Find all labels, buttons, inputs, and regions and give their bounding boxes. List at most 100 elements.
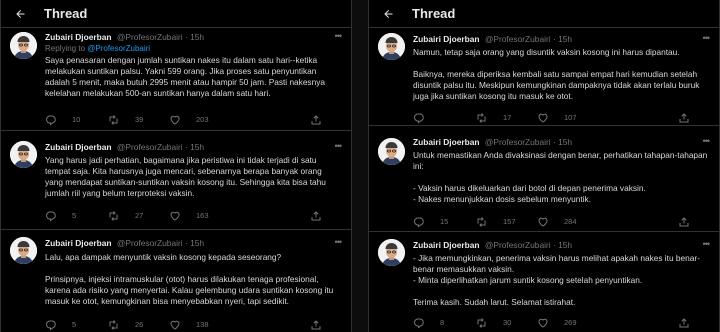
reply-icon (45, 319, 64, 331)
author-handle[interactable]: @ProfesorZubairi (117, 142, 183, 152)
tweet-paragraph: Terima kasih. Sudah larut. Selamat istir… (413, 297, 576, 307)
retweet-button[interactable]: 30 (475, 317, 537, 329)
like-button[interactable]: 203 (169, 114, 231, 126)
like-button[interactable]: 269 (537, 317, 599, 329)
arrow-left-icon[interactable] (14, 7, 28, 21)
reply-mention-link[interactable]: @ProfesorZubairi (87, 44, 150, 53)
avatar[interactable] (10, 32, 37, 59)
more-icon[interactable]: ••• (335, 238, 343, 247)
share-button[interactable] (678, 317, 705, 329)
like-button[interactable]: 163 (169, 210, 231, 222)
tweet-actions: 8 30 269 (413, 317, 709, 329)
reply-count: 8 (440, 318, 445, 327)
author-name[interactable]: Zubairi Djoerban (45, 32, 112, 42)
retweet-button[interactable]: 157 (475, 216, 537, 228)
retweet-button[interactable]: 27 (107, 210, 169, 222)
tweet-time[interactable]: 15h (558, 137, 572, 147)
retweet-button[interactable]: 39 (107, 114, 169, 126)
tweet[interactable]: Zubairi Djoerban @ProfesorZubairi · 15h … (369, 231, 719, 332)
avatar[interactable] (378, 239, 405, 266)
tweet[interactable]: Zubairi Djoerban @ProfesorZubairi · 15h … (369, 27, 719, 126)
avatar-photo (378, 239, 405, 266)
tweet[interactable]: Zubairi Djoerban @ProfesorZubairi · 15h … (1, 229, 351, 332)
avatar[interactable] (378, 138, 405, 165)
like-button[interactable]: 284 (537, 216, 599, 228)
retweet-icon (475, 112, 495, 124)
tweet-time[interactable]: 15h (190, 238, 204, 248)
retweet-button[interactable]: 26 (107, 319, 169, 331)
tweet-text: - Jika memungkinkan, penerima vaksin har… (413, 253, 709, 308)
separator-dot: · (184, 142, 188, 152)
more-icon[interactable]: ••• (703, 240, 711, 249)
author-handle[interactable]: @ProfesorZubairi (117, 238, 183, 248)
avatar[interactable] (378, 33, 405, 60)
more-icon[interactable]: ••• (703, 137, 711, 146)
tweet-time[interactable]: 15h (190, 142, 204, 152)
thread-panel-left: Thread Zubairi Djoerban @ProfesorZubairi… (0, 0, 352, 332)
avatar[interactable] (10, 237, 37, 264)
tweet-time[interactable]: 15h (558, 240, 572, 250)
reply-button[interactable]: 5 (45, 210, 107, 222)
retweet-button[interactable]: 17 (475, 112, 537, 124)
reply-button[interactable] (413, 112, 475, 124)
like-button[interactable]: 138 (169, 319, 231, 331)
reply-count: 10 (72, 115, 81, 124)
share-button[interactable] (310, 210, 337, 222)
heart-icon (537, 112, 556, 124)
retweet-count: 27 (135, 211, 144, 220)
share-button[interactable] (310, 319, 337, 331)
author-handle[interactable]: @ProfesorZubairi (485, 137, 551, 147)
author-handle[interactable]: @ProfesorZubairi (485, 240, 551, 250)
reply-icon (413, 317, 432, 329)
share-button[interactable] (310, 114, 337, 126)
reply-icon (413, 216, 432, 228)
reply-button[interactable]: 10 (45, 114, 107, 126)
retweet-icon (475, 317, 495, 329)
share-icon (678, 317, 697, 329)
author-name[interactable]: Zubairi Djoerban (45, 238, 112, 248)
tweet-text: Namun, tetap saja orang yang disuntik va… (413, 47, 709, 102)
tweet[interactable]: Zubairi Djoerban @ProfesorZubairi · 15h … (1, 130, 351, 230)
retweet-count: 17 (503, 113, 512, 122)
share-button[interactable] (678, 216, 705, 228)
more-icon[interactable]: ••• (335, 142, 343, 151)
tweet-time[interactable]: 15h (190, 32, 204, 42)
thread-panel-right: Thread Zubairi Djoerban @ProfesorZubairi… (368, 0, 720, 332)
tweet-actions: 5 26 138 (45, 319, 341, 331)
author-name[interactable]: Zubairi Djoerban (413, 240, 480, 250)
tweet[interactable]: Zubairi Djoerban @ProfesorZubairi · 15h … (1, 27, 351, 131)
more-icon[interactable]: ••• (335, 32, 343, 41)
tweet-actions: 5 27 163 (45, 210, 341, 222)
reply-button[interactable]: 5 (45, 319, 107, 331)
reply-count: 5 (72, 211, 77, 220)
thread-header: Thread (369, 0, 719, 28)
tweet-text: Lalu, apa dampak menyuntik vaksin kosong… (45, 252, 341, 307)
reply-button[interactable]: 15 (413, 216, 475, 228)
tweet-paragraph: Untuk memastikan Anda divaksinasi dengan… (413, 150, 708, 171)
share-button[interactable] (678, 112, 705, 124)
avatar-photo (378, 33, 405, 60)
reply-button[interactable]: 8 (413, 317, 475, 329)
avatar[interactable] (10, 141, 37, 168)
retweet-count: 26 (135, 320, 144, 329)
tweet[interactable]: Zubairi Djoerban @ProfesorZubairi · 15h … (369, 125, 719, 232)
author-handle[interactable]: @ProfesorZubairi (485, 34, 551, 44)
arrow-left-icon[interactable] (382, 7, 396, 21)
page-title: Thread (44, 6, 88, 21)
more-icon[interactable]: ••• (703, 34, 711, 43)
tweet-paragraph: Yang harus jadi perhatian, bagaimana jik… (45, 155, 326, 198)
tweet-paragraph: Prinsipnya, injeksi intramuskular (otot)… (45, 274, 334, 306)
heart-icon (537, 216, 556, 228)
tweet-time[interactable]: 15h (558, 34, 572, 44)
like-button[interactable]: 107 (537, 112, 599, 124)
tweet-paragraph: - Jika memungkinkan, penerima vaksin har… (413, 253, 700, 285)
author-name[interactable]: Zubairi Djoerban (413, 34, 480, 44)
like-count: 269 (564, 318, 577, 327)
avatar-photo (10, 237, 37, 264)
author-name[interactable]: Zubairi Djoerban (45, 142, 112, 152)
tweet-actions: 17 107 (413, 112, 709, 124)
author-handle[interactable]: @ProfesorZubairi (117, 32, 183, 42)
author-name[interactable]: Zubairi Djoerban (413, 137, 480, 147)
retweet-count: 39 (135, 115, 144, 124)
page-title: Thread (412, 6, 456, 21)
